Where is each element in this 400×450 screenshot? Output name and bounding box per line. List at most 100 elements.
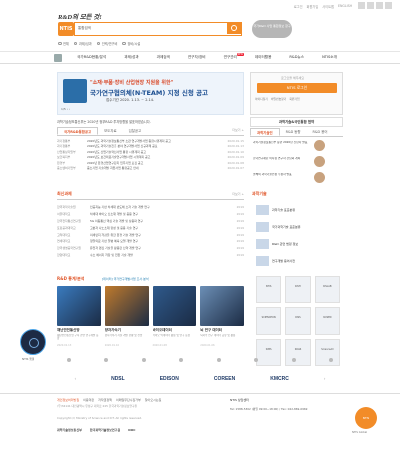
tab-press[interactable]: 보도자료 (98, 127, 122, 135)
notice-ticker[interactable]: 과학기술정보통신부는 2020년 정부R&D 투자방향을 발표하였습니다. (57, 119, 244, 124)
list-item[interactable]: 과학기술정보통신부 장관 2020년 신년사 발표 (250, 137, 343, 153)
list-item[interactable]: 연세대학교 정밀의료 기반 질병 예측 모델 개발 연구 2019 (57, 238, 244, 245)
youtube-icon[interactable] (385, 2, 392, 9)
nav-item-researchers[interactable]: 연구자/장비 (179, 55, 215, 60)
list-item[interactable]: 포항공과대학교 고분자 나노소재 합성 및 응용 기술 연구 2019 (57, 224, 244, 231)
list-item[interactable]: 과기정통부 2020년도 과학기술진흥 분야 연구개발사업 신규과제 공모 2020… (57, 144, 244, 150)
site-link[interactable]: NTIS (256, 276, 282, 304)
register-link[interactable]: 회원가입 (289, 97, 299, 101)
login-button[interactable]: NTIS 로그인 (257, 83, 337, 93)
list-item[interactable]: 한국연구재단 이사장 연구자 간담회 개최 (250, 153, 343, 169)
tab-bid[interactable]: 입찰공고 (123, 127, 147, 135)
chevron-right-icon[interactable]: › (324, 376, 326, 381)
partner-logo[interactable]: KMCRC (270, 376, 289, 382)
nav-item-about[interactable]: NTIS소개 (313, 55, 346, 60)
copyright-link[interactable]: 저작권정책 (98, 398, 112, 402)
radio-project[interactable]: 과제/성과 (73, 41, 92, 46)
dot-icon[interactable] (291, 358, 296, 362)
sitemap-link[interactable]: 사이트맵 (322, 4, 334, 9)
privacy-link[interactable]: 개인정보처리방침 (57, 398, 79, 402)
list-item[interactable]: 고려대학교 미세먼지 저감을 위한 환경 기술 개발 연구 2019 (57, 231, 244, 238)
ministry-logo[interactable]: 과학기술정보통신부 (57, 428, 82, 432)
card[interactable]: 양자가속기 양자가속기 기술 개발 현황 및 전망 2020.01.10 (104, 286, 149, 356)
english-link[interactable]: ENGLISH (338, 4, 352, 9)
site-link[interactable]: KISTI (285, 276, 311, 304)
list-item[interactable]: 중소벤처기업부 중소기업 기술개발 지원사업 통합공고 안내 2020.01.07 (57, 166, 244, 172)
list-item[interactable]: 한국생명공학연구원 유전자 편집 기술을 활용한 신약 개발 연구 2019 (57, 245, 244, 252)
find-id-link[interactable]: 아이디찾기 (255, 97, 268, 101)
global-badge[interactable]: NTIS (355, 407, 377, 429)
nav-item-search[interactable]: 과제검색 (148, 55, 179, 60)
partner-logo[interactable]: NDSL (111, 376, 125, 382)
recent-projects-section: 최신과제 더보기 + 한국과학기술원 인공지능 기반 차세대 반도체 소자 기술 … (57, 191, 244, 273)
login-link[interactable]: 로그인 (294, 4, 303, 9)
nav-item-news[interactable]: R&D뉴스 (280, 55, 313, 60)
card[interactable]: 재난안전통신망 재난안전통신망 구축 관련 연구개발 동향 2020.01.13 (57, 286, 101, 356)
sidebar-item[interactable]: 국가과학기술 표준분류 (256, 222, 301, 232)
sidebar-item[interactable]: 과학기술 표준분류 (256, 205, 295, 215)
email-policy-link[interactable]: 이메일무단수집거부 (116, 398, 141, 402)
card[interactable]: 뇌 연구 데이터 뇌과학 연구 데이터 공유 및 활용 2020.01.06 (200, 286, 244, 356)
nav-item-management[interactable]: 연구관리 NEW (215, 52, 246, 60)
list-item[interactable]: 서울대학교 차세대 바이오 신소재 개발 및 응용 연구 2019 (57, 211, 244, 218)
dot-icon[interactable] (67, 358, 71, 362)
site-link[interactable]: KOSEN (314, 307, 340, 335)
notice-more-link[interactable]: 더보기 + (232, 128, 244, 132)
list-item[interactable]: 한양대학교 수소 에너지 저장 및 전환 기술 개발 2019 (57, 252, 244, 259)
right-banner[interactable]: 과학기술&국민통합 협약 (250, 117, 343, 127)
dot-icon[interactable] (254, 358, 259, 362)
chevron-left-icon[interactable]: ‹ (74, 376, 76, 381)
list-item[interactable]: 과기정통부 2020년도 과학기술정보통신부 소관 연구개발사업 종합시행계획 공… (57, 138, 244, 144)
sidebar-item[interactable]: R&D 관련 법령 정보 (256, 239, 298, 249)
portal-badge[interactable]: 국가R&D 사업 통합정보 창구 (252, 20, 292, 38)
tab-terms[interactable]: R&D 용어 (307, 128, 334, 136)
search-category-select[interactable]: 통합검색 (78, 26, 91, 31)
radio-all[interactable]: 전체 (58, 41, 69, 46)
login-links: 아이디찾기 비밀번호찾기 회원가입 (255, 97, 300, 101)
dot-icon[interactable] (328, 358, 333, 362)
banner-pager[interactable]: 1/5 ‹ › (61, 107, 70, 111)
dot-icon[interactable] (141, 358, 146, 362)
nav-item-projects[interactable]: 과제/성과 (115, 55, 147, 60)
find-password-link[interactable]: 비밀번호찾기 (271, 97, 286, 101)
signup-link[interactable]: 회원가입 (307, 4, 319, 9)
list-item[interactable]: 환경부 2020년 환경산업연구단지 입주기업 모집 공고 2020.01.08 (57, 160, 244, 166)
sidebar-item[interactable]: 연구개발 용어사전 (256, 256, 295, 266)
tab-trends[interactable]: R&D 동향 (280, 128, 307, 136)
partner-logo[interactable]: COREEN (214, 376, 235, 382)
nav-item-data[interactable]: 데이터활용 (246, 55, 281, 60)
dot-icon[interactable] (104, 358, 109, 362)
radio-equipment[interactable]: 장비/시설 (122, 41, 140, 46)
card[interactable]: 바이오데이터 바이오 빅데이터 활용 및 연구 동향 2020.01.08 (152, 286, 197, 356)
dot-icon[interactable] (216, 358, 221, 362)
ntis-logo[interactable]: NTIS (58, 22, 74, 36)
search-box[interactable]: 통합검색 (74, 22, 242, 36)
chatbot-icon[interactable] (20, 329, 46, 355)
list-item[interactable]: 한국과학기술원 인공지능 기반 차세대 반도체 소자 기술 개발 연구 2019 (57, 204, 244, 211)
home-icon[interactable] (54, 53, 63, 62)
kisti-logo[interactable]: 한국과학기술정보연구원 (90, 428, 120, 432)
doc-logo[interactable]: DOC (128, 428, 135, 432)
news-more-link[interactable]: 더보기 + (232, 192, 244, 196)
site-link[interactable]: RISS (285, 307, 311, 335)
list-item[interactable]: 한국전자통신연구원 5G 이동통신 핵심 기술 개발 및 상용화 연구 2019 (57, 218, 244, 225)
radio-people[interactable]: 인력/연구비 (96, 41, 117, 46)
search-icon[interactable] (227, 23, 241, 34)
site-link[interactable]: SCIENCEON (256, 307, 282, 335)
blog-icon[interactable] (376, 2, 383, 9)
facebook-icon[interactable] (358, 2, 365, 9)
tab-scientists[interactable]: 과학기술인 (250, 128, 280, 136)
site-link[interactable]: KISLAB (314, 276, 340, 304)
list-item[interactable]: 산업통상자원부 2020년도 산업기술혁신사업 통합 시행계획 공고 2020.01… (57, 149, 244, 155)
cards-tag-link[interactable]: [데이터] 국가연구개발사업 조사·분석 (102, 277, 149, 281)
list-item[interactable]: 보건복지부 2020년도 보건의료기술연구개발사업 시행계획 공고 2020.01.… (57, 155, 244, 161)
list-item[interactable]: 올해의 과학기술인상 수상자 발표 (250, 169, 343, 185)
nav-item-status[interactable]: 국가R&D현황/분석 (68, 55, 115, 60)
main-banner[interactable]: "소재·부품·장비 산업현장 지원을 위한" 국가연구협의체(N-TEAM) 지… (57, 72, 244, 115)
partner-logo[interactable]: EDISON (160, 376, 179, 382)
twitter-icon[interactable] (367, 2, 374, 9)
tab-rnd-notice[interactable]: 국가R&D통합공고 (57, 127, 99, 135)
terms-link[interactable]: 이용약관 (83, 398, 94, 402)
dot-icon[interactable] (179, 358, 184, 362)
directions-link[interactable]: 찾아오시는길 (145, 398, 162, 402)
